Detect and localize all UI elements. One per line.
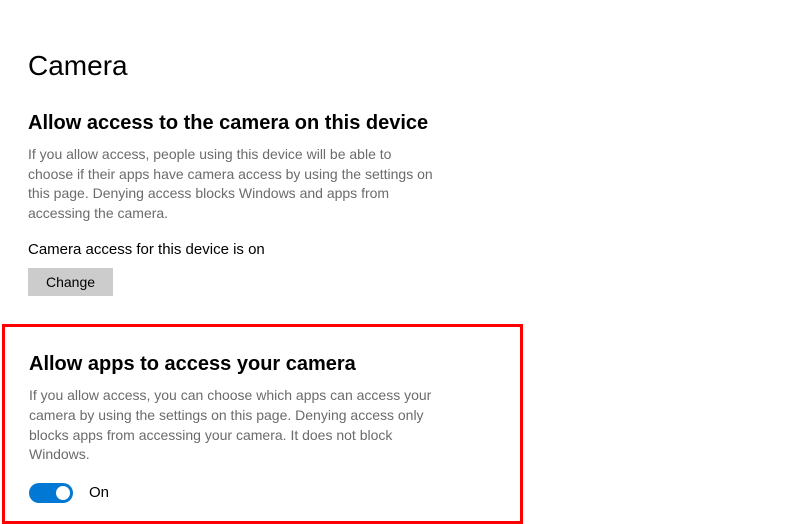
device-access-description: If you allow access, people using this d… — [28, 145, 438, 223]
toggle-knob — [56, 486, 70, 500]
apps-access-heading: Allow apps to access your camera — [29, 353, 496, 376]
page-title: Camera — [28, 50, 772, 82]
change-button[interactable]: Change — [28, 268, 113, 296]
apps-access-description: If you allow access, you can choose whic… — [29, 386, 439, 464]
highlight-box: Allow apps to access your camera If you … — [2, 324, 523, 523]
device-access-heading: Allow access to the camera on this devic… — [28, 112, 772, 135]
toggle-state-label: On — [89, 484, 109, 501]
device-access-status: Camera access for this device is on — [28, 241, 772, 258]
